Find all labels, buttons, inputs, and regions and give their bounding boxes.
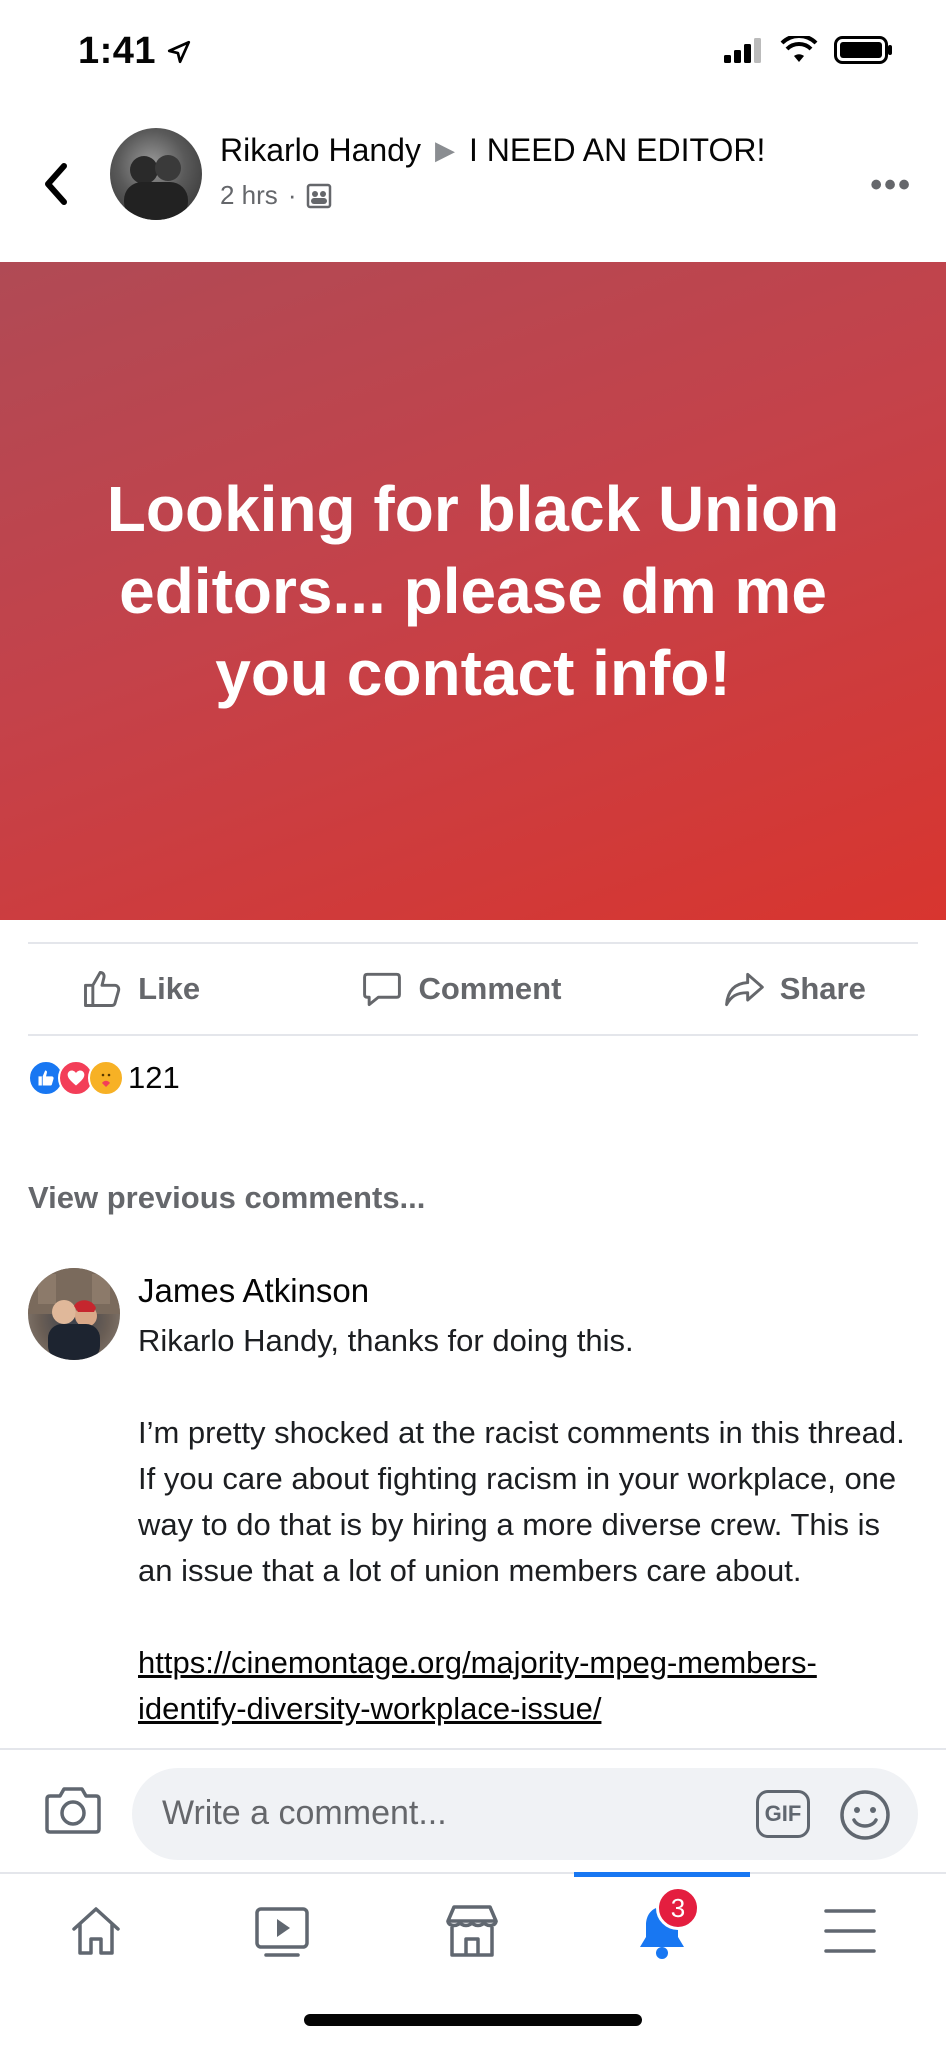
- post-time[interactable]: 2 hrs: [220, 180, 278, 211]
- comment-paragraph: I’m pretty shocked at the racist comment…: [138, 1415, 905, 1588]
- bottom-tab-bar: 3: [0, 1872, 946, 1992]
- share-label: Share: [779, 971, 866, 1006]
- comment-placeholder: Write a comment...: [162, 1794, 447, 1832]
- battery-icon: [834, 36, 892, 64]
- author-name[interactable]: Rikarlo Handy: [220, 132, 421, 169]
- comment-link[interactable]: https://cinemontage.org/majority-mpeg-me…: [138, 1645, 817, 1726]
- comment-clip: Rikarlo Handy, thanks for doing this. I’…: [0, 1310, 946, 1750]
- home-icon: [72, 1907, 120, 1955]
- active-tab-indicator: [574, 1872, 750, 1877]
- more-options-icon[interactable]: •••: [870, 166, 912, 205]
- home-indicator: [304, 2014, 642, 2026]
- share-button[interactable]: Share: [722, 967, 866, 1011]
- author-avatar[interactable]: [110, 128, 202, 220]
- care-icon: [88, 1060, 124, 1096]
- banner-text: Looking for black Union editors... pleas…: [106, 473, 840, 709]
- group-privacy-icon: [307, 183, 332, 208]
- location-arrow-icon: [167, 40, 191, 63]
- chevron-left-icon: [45, 163, 67, 205]
- post-title-line: Rikarlo Handy ▶ I NEED AN EDITOR!: [220, 132, 765, 169]
- reaction-count: 121: [128, 1060, 180, 1095]
- tab-menu[interactable]: [810, 1896, 890, 1966]
- comment-label: Comment: [418, 971, 562, 1006]
- comment-input[interactable]: Write a comment... GIF: [132, 1768, 918, 1860]
- speech-bubble-icon: [363, 972, 402, 1007]
- notification-badge: 3: [656, 1886, 700, 1930]
- comment-button[interactable]: Comment: [360, 967, 561, 1011]
- comment-paragraph: Rikarlo Handy, thanks for doing this.: [138, 1323, 634, 1358]
- camera-icon: [45, 1787, 101, 1834]
- video-play-icon: [255, 1907, 309, 1957]
- shop-icon: [446, 1905, 498, 1957]
- share-arrow-icon: [724, 972, 764, 1007]
- avatar-photo: [124, 155, 188, 220]
- commenter-name[interactable]: James Atkinson: [138, 1272, 369, 1310]
- like-button[interactable]: Like: [80, 967, 200, 1011]
- comment-body: Rikarlo Handy, thanks for doing this. I’…: [138, 1318, 918, 1750]
- divider: [28, 1034, 918, 1036]
- arrow-right-icon: ▶: [434, 135, 455, 165]
- tab-notifications[interactable]: 3: [622, 1886, 702, 1966]
- wifi-icon: [780, 36, 818, 62]
- comment-composer: Write a comment... GIF: [0, 1748, 946, 1872]
- hamburger-menu-icon: [824, 1909, 876, 1953]
- thumbs-up-icon: [84, 971, 121, 1007]
- meta-separator: ·: [287, 180, 297, 210]
- like-label: Like: [138, 971, 201, 1006]
- gif-button[interactable]: GIF: [756, 1790, 810, 1838]
- tab-watch[interactable]: [242, 1896, 322, 1966]
- view-previous-comments-link[interactable]: View previous comments...: [28, 1180, 425, 1216]
- reactions-summary[interactable]: 121: [28, 1060, 180, 1096]
- status-bar: 1:41: [0, 0, 946, 100]
- tab-marketplace[interactable]: [432, 1896, 512, 1966]
- post-banner: Looking for black Union editors... pleas…: [0, 262, 946, 920]
- post-actions: Like Comment Share: [0, 944, 946, 1034]
- status-time: 1:41: [78, 30, 157, 72]
- post-meta: 2 hrs ·: [220, 180, 332, 211]
- back-button[interactable]: [36, 154, 76, 214]
- emoji-button[interactable]: [838, 1788, 892, 1847]
- cellular-signal-icon: [724, 38, 761, 63]
- tab-home[interactable]: [56, 1896, 136, 1966]
- smiley-icon: [840, 1790, 890, 1840]
- post-header: Rikarlo Handy ▶ I NEED AN EDITOR! 2 hrs …: [0, 118, 946, 266]
- camera-button[interactable]: [44, 1784, 102, 1841]
- group-name[interactable]: I NEED AN EDITOR!: [469, 132, 765, 169]
